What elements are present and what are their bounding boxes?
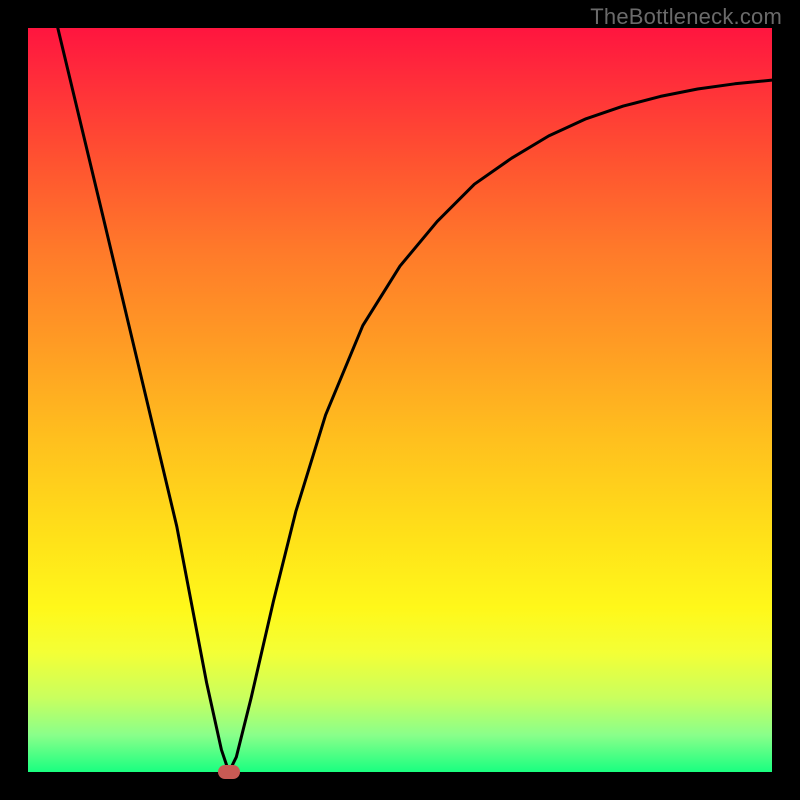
bottleneck-curve xyxy=(28,28,772,772)
plot-area xyxy=(28,28,772,772)
watermark-text: TheBottleneck.com xyxy=(590,4,782,30)
chart-frame: TheBottleneck.com xyxy=(0,0,800,800)
minimum-marker xyxy=(218,765,240,779)
